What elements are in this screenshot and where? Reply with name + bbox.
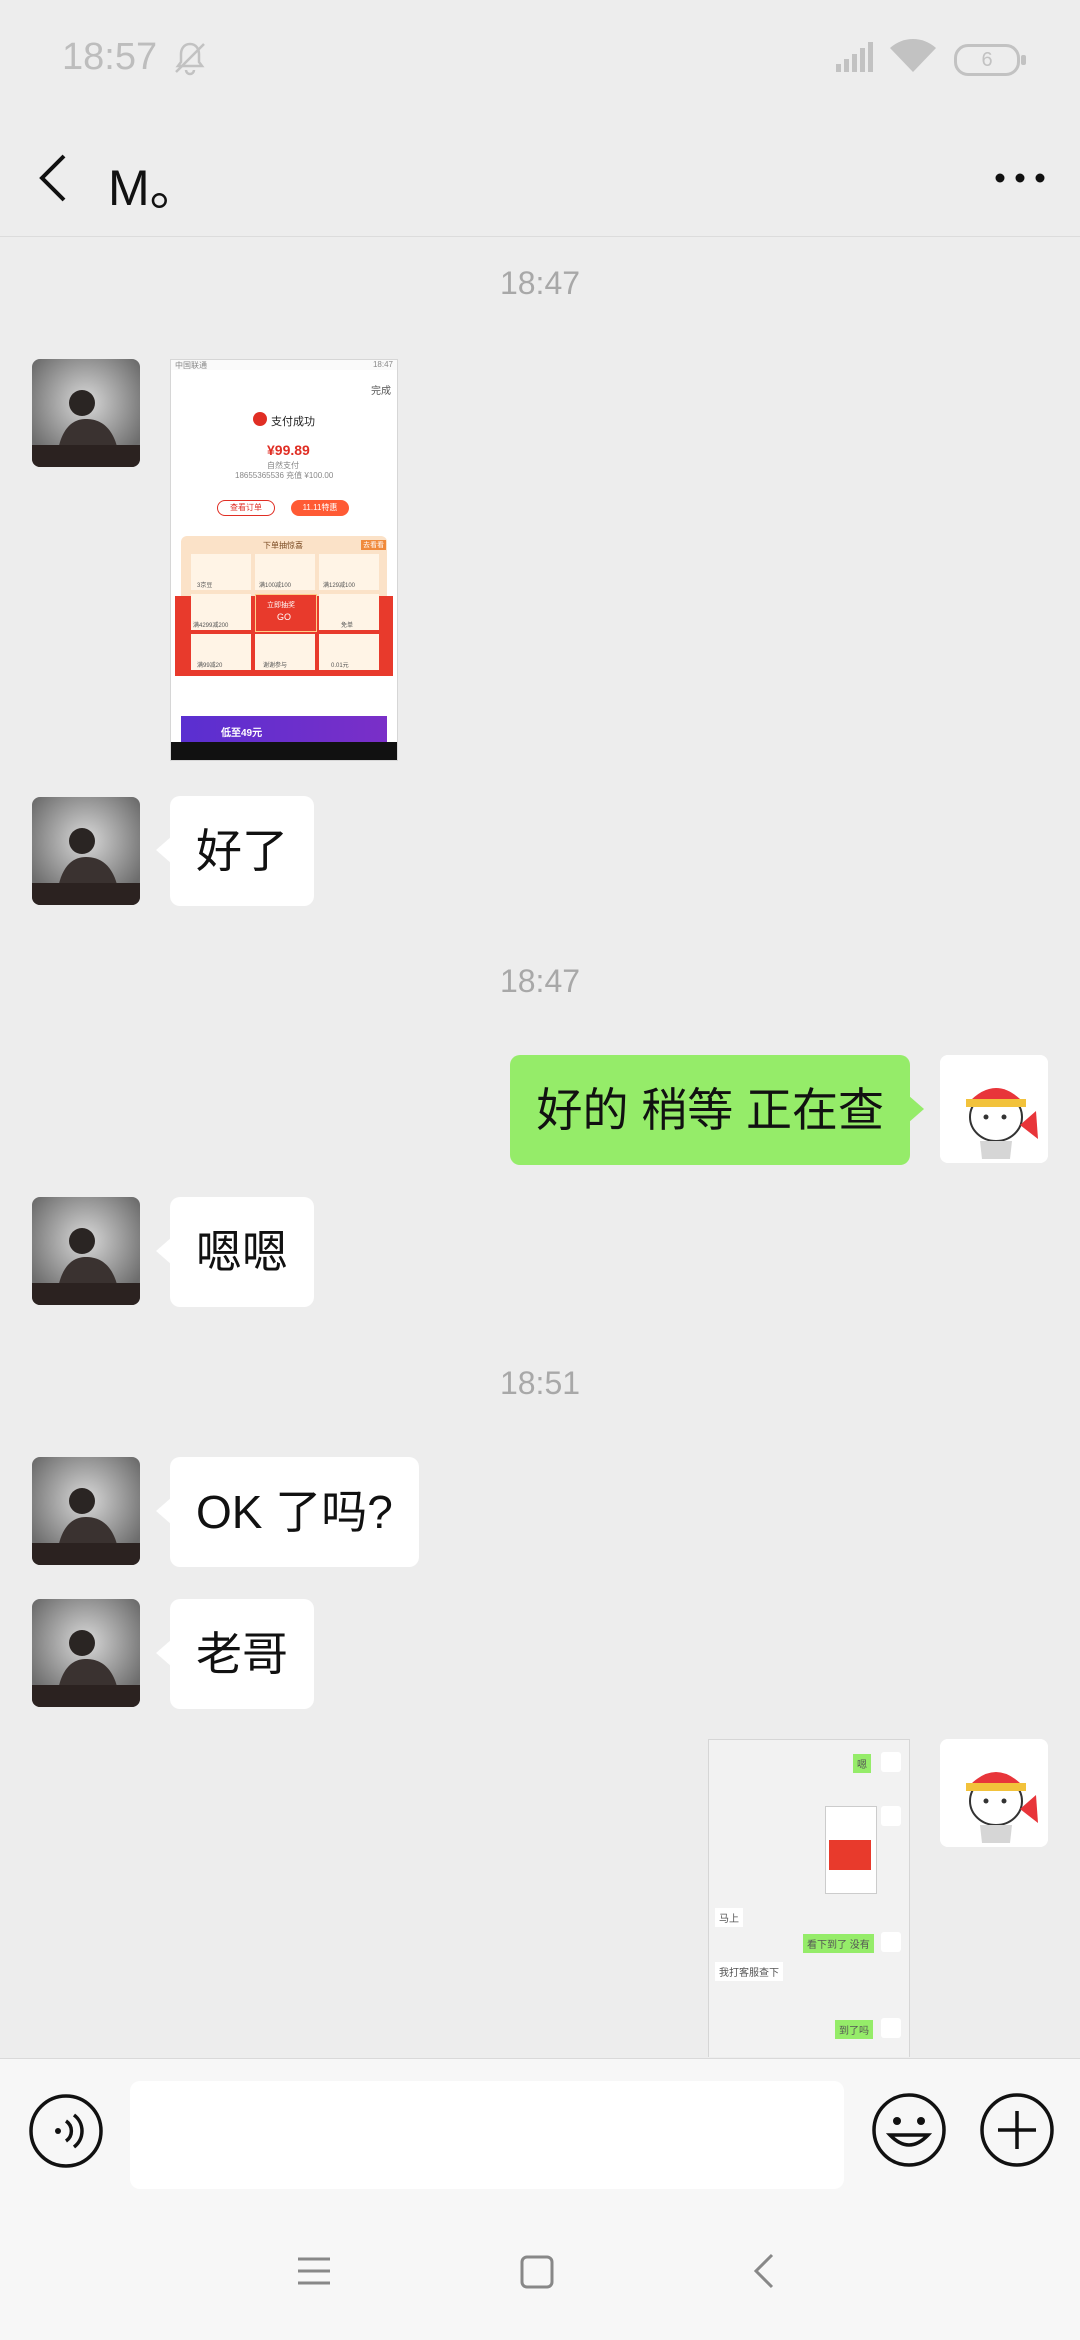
- battery-indicator: 6: [954, 44, 1026, 76]
- chat-title: M。: [108, 160, 200, 216]
- back-icon[interactable]: [752, 2251, 776, 2291]
- contact-avatar[interactable]: [32, 359, 140, 467]
- system-navigation-bar: [0, 2211, 1080, 2340]
- mini-prize: 3京豆: [197, 583, 213, 589]
- mini-msg: 看下到了 没有: [803, 1934, 874, 1953]
- received-message[interactable]: 嗯嗯: [156, 1197, 314, 1307]
- add-more-icon[interactable]: [978, 2091, 1056, 2169]
- contact-avatar[interactable]: [32, 1599, 140, 1707]
- contact-avatar[interactable]: [32, 1457, 140, 1565]
- chat-message-list[interactable]: 18:47 中国联通 18:47 完成 支付成功 ¥99.89 自然支付 186…: [0, 237, 1080, 2057]
- mini-detail: 18655365536 充值 ¥100.00: [235, 471, 334, 480]
- mini-nav-bar: [171, 742, 397, 760]
- message-timestamp: 18:51: [499, 1365, 581, 1401]
- mini-amount: ¥99.89: [267, 442, 310, 458]
- voice-input-icon[interactable]: [28, 2093, 104, 2169]
- mini-center-go: GO: [277, 612, 292, 622]
- mini-pay-success: 支付成功: [271, 416, 315, 428]
- signal-icon: [836, 42, 873, 72]
- mini-done-label: 完成: [371, 386, 391, 397]
- mini-lottery-tag: 去看看: [361, 540, 386, 550]
- bell-muted-icon: [175, 42, 205, 76]
- mini-status-time: 18:47: [372, 360, 393, 369]
- more-options-icon[interactable]: [990, 158, 1050, 198]
- back-arrow-icon[interactable]: [30, 148, 80, 208]
- mini-prize: 满4299减200: [193, 623, 229, 629]
- mini-msg: 我打客服查下: [715, 1962, 783, 1981]
- contact-avatar[interactable]: [32, 1197, 140, 1305]
- status-bar: 18:57 6: [0, 0, 1080, 118]
- mini-promo: 低至49元: [221, 728, 263, 739]
- mini-prize: 满129减100: [323, 583, 356, 589]
- mini-prize: 0.01元: [331, 663, 349, 669]
- received-message[interactable]: OK 了吗?: [156, 1457, 419, 1567]
- home-icon[interactable]: [520, 2255, 554, 2289]
- status-time: 18:57: [62, 36, 158, 78]
- my-avatar[interactable]: [940, 1055, 1048, 1163]
- message-timestamp: 18:47: [499, 963, 581, 999]
- mini-order-button: 查看订单: [217, 500, 275, 516]
- message-input-bar: [0, 2058, 1080, 2211]
- message-text-input[interactable]: [130, 2081, 844, 2189]
- message-timestamp: 18:47: [499, 265, 581, 301]
- promo-banner: [181, 716, 387, 744]
- sent-message[interactable]: 好的 稍等 正在查: [510, 1055, 924, 1165]
- mini-prize: 免单: [341, 623, 354, 629]
- mini-prize: 满99减20: [197, 663, 223, 669]
- mini-msg: 马上: [715, 1908, 743, 1927]
- received-message[interactable]: 老哥: [156, 1599, 314, 1709]
- mini-lottery-title: 下单抽惊喜: [263, 541, 303, 550]
- mini-prize: 谢谢参与: [263, 663, 288, 669]
- mini-msg: 到了吗: [835, 2020, 873, 2039]
- mini-1111-button: 11.11特惠: [291, 500, 349, 516]
- mini-status-text: 中国联通: [175, 361, 207, 370]
- payment-screenshot-image[interactable]: 中国联通 18:47 完成 支付成功 ¥99.89 自然支付 186553655…: [170, 359, 398, 761]
- mini-center-label: 立即抽奖: [267, 602, 295, 609]
- received-message[interactable]: 好了: [156, 796, 314, 906]
- mini-msg: 嗯: [853, 1754, 871, 1773]
- check-circle-icon: [253, 412, 267, 426]
- chat-header: M。: [0, 118, 1080, 237]
- emoji-icon[interactable]: [870, 2091, 948, 2169]
- mini-prize: 满100减100: [259, 583, 292, 589]
- wifi-icon: [890, 39, 936, 72]
- chat-screenshot-image[interactable]: 嗯 马上 看下到了 没有 我打客服查下 到了吗: [708, 1739, 910, 2057]
- menu-icon[interactable]: [296, 2251, 332, 2291]
- my-avatar[interactable]: [940, 1739, 1048, 1847]
- contact-avatar[interactable]: [32, 797, 140, 905]
